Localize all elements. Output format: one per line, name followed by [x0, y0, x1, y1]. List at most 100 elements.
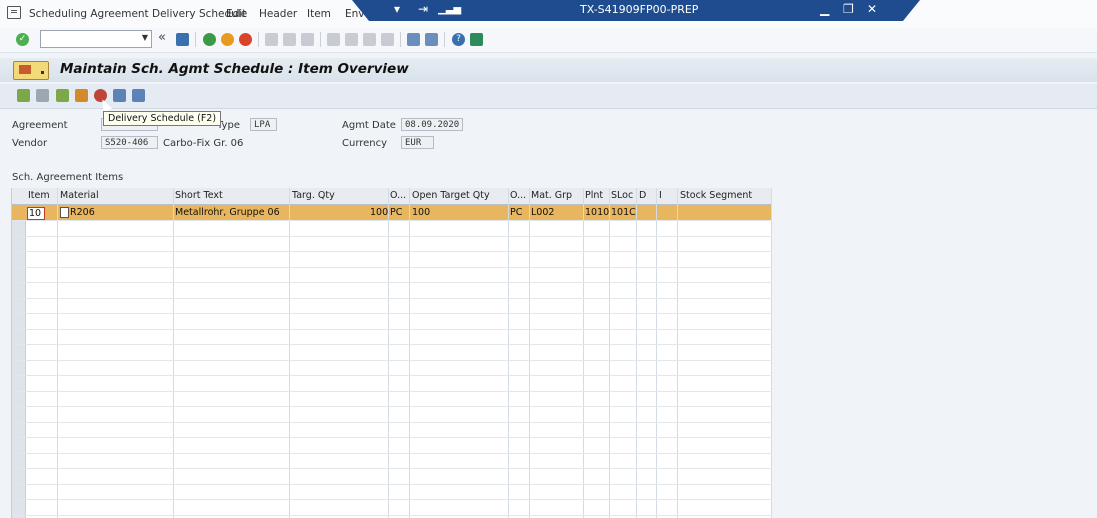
table-row-line [12, 313, 772, 314]
table-row-line [12, 453, 772, 454]
find-icon [283, 33, 296, 46]
additional-data-icon[interactable] [56, 89, 69, 102]
cell-open-target-qty[interactable]: 100 [412, 207, 430, 218]
table-row-line [12, 329, 772, 330]
menu-item[interactable]: Item [307, 8, 331, 20]
pin-icon[interactable]: ⇥ [418, 2, 428, 16]
column-header-plnt[interactable]: Plnt [585, 190, 603, 201]
first-page-icon [327, 33, 340, 46]
command-field[interactable]: ▼ [40, 30, 152, 48]
column-header-open-target-qty[interactable]: Open Target Qty [412, 190, 490, 201]
cell-material[interactable]: R206 [70, 207, 95, 218]
previous-page-icon [345, 33, 358, 46]
table-row-line [12, 406, 772, 407]
table-row-line [12, 267, 772, 268]
column-header-stock-segment[interactable]: Stock Segment [680, 190, 752, 201]
chart-icon[interactable] [75, 89, 88, 102]
next-page-icon [363, 33, 376, 46]
menu-edit[interactable]: Edit [226, 8, 246, 20]
back-icon[interactable] [203, 33, 216, 46]
last-page-icon [381, 33, 394, 46]
double-chevron-left-icon[interactable]: « [158, 30, 171, 45]
new-session-icon[interactable] [407, 33, 420, 46]
table-row-line [12, 391, 772, 392]
cell-short-text[interactable]: Metallrohr, Gruppe 06 [175, 207, 280, 218]
vendor-label: Vendor [12, 138, 48, 149]
print-icon [265, 33, 278, 46]
print-preview-icon[interactable] [132, 89, 145, 102]
vendor-field[interactable]: S520-406 [101, 136, 158, 149]
transaction-icon[interactable] [13, 61, 49, 80]
toolbar-separator [320, 32, 321, 47]
table-row-line [12, 437, 772, 438]
cell-mat-grp[interactable]: L002 [531, 207, 554, 218]
cell-item[interactable]: 10 [27, 207, 46, 220]
cell-open-unit[interactable]: PC [510, 207, 522, 218]
page-title: Maintain Sch. Agmt Schedule : Item Overv… [60, 61, 409, 77]
column-header-order-unit[interactable]: O... [390, 190, 406, 201]
cell-plnt[interactable]: 1010 [585, 207, 609, 218]
save-icon[interactable] [176, 33, 189, 46]
agreement-label: Agreement [12, 120, 68, 131]
title-area: Maintain Sch. Agmt Schedule : Item Overv… [0, 58, 1097, 82]
cell-sloc[interactable]: 101C [611, 207, 636, 218]
chevron-down-icon[interactable]: ▼ [142, 33, 148, 42]
menu-scheduling-agreement[interactable]: Scheduling Agreement Delivery Schedule [29, 8, 247, 20]
close-icon[interactable]: ✕ [867, 2, 877, 16]
table-row-line [12, 298, 772, 299]
table-row-line [12, 282, 772, 283]
window-title: TX-S41909FP00-PREP [580, 3, 699, 16]
table-header: Item Material Short Text Targ. Qty O... … [12, 188, 772, 205]
header-overview-icon[interactable] [17, 89, 30, 102]
table-row-line [12, 344, 772, 345]
table-row-line [12, 422, 772, 423]
toolbar-separator [400, 32, 401, 47]
table-row-line [12, 515, 772, 516]
find-next-icon [301, 33, 314, 46]
signal-icon: ▁▃▅ [438, 4, 462, 15]
column-header-open-unit[interactable]: O... [510, 190, 526, 201]
minimize-icon[interactable]: ▁ [820, 2, 829, 16]
window-title-bar: ▾ ⇥ ▁▃▅ TX-S41909FP00-PREP ▁ ❐ ✕ [352, 0, 920, 21]
column-header-sloc[interactable]: SLoc [611, 190, 633, 201]
items-table: Item Material Short Text Targ. Qty O... … [11, 188, 772, 518]
agmt-date-label: Agmt Date [342, 120, 396, 131]
column-header-mat-grp[interactable]: Mat. Grp [531, 190, 572, 201]
table-row-line [12, 468, 772, 469]
system-menu-icon[interactable] [7, 6, 21, 19]
table-row-line [12, 499, 772, 500]
currency-field[interactable]: EUR [401, 136, 434, 149]
help-icon[interactable]: ? [452, 33, 465, 46]
release-documentation-icon[interactable] [113, 89, 126, 102]
cell-targ-qty[interactable]: 100 [370, 207, 388, 218]
application-toolbar [0, 84, 1097, 109]
vendor-name: Carbo-Fix Gr. 06 [163, 138, 244, 149]
agmt-date-field[interactable]: 08.09.2020 [401, 118, 463, 131]
table-row-line [12, 220, 772, 221]
item-details-icon[interactable] [36, 89, 49, 102]
column-header-d[interactable]: D [639, 190, 646, 201]
exit-icon[interactable] [221, 33, 234, 46]
section-title: Sch. Agreement Items [12, 172, 124, 183]
cell-order-unit[interactable]: PC [390, 207, 402, 218]
column-header-material[interactable]: Material [60, 190, 99, 201]
shortcut-icon[interactable] [425, 33, 438, 46]
column-header-short-text[interactable]: Short Text [175, 190, 223, 201]
agreement-type-field[interactable]: LPA [250, 118, 277, 131]
customize-layout-icon[interactable] [470, 33, 483, 46]
restore-icon[interactable]: ❐ [843, 2, 854, 16]
column-header-item[interactable]: Item [28, 190, 50, 201]
chevron-down-icon[interactable]: ▾ [394, 2, 400, 16]
material-search-icon[interactable] [60, 207, 69, 218]
column-header-i[interactable]: I [659, 190, 662, 201]
table-row-line [12, 236, 772, 237]
toolbar-separator [258, 32, 259, 47]
menu-header[interactable]: Header [259, 8, 297, 20]
cancel-icon[interactable] [239, 33, 252, 46]
table-row-line [12, 251, 772, 252]
table-row-line [12, 375, 772, 376]
toolbar-separator [195, 32, 196, 47]
column-header-targ-qty[interactable]: Targ. Qty [292, 190, 335, 201]
table-row-line [12, 484, 772, 485]
check-icon[interactable]: ✓ [16, 33, 29, 46]
